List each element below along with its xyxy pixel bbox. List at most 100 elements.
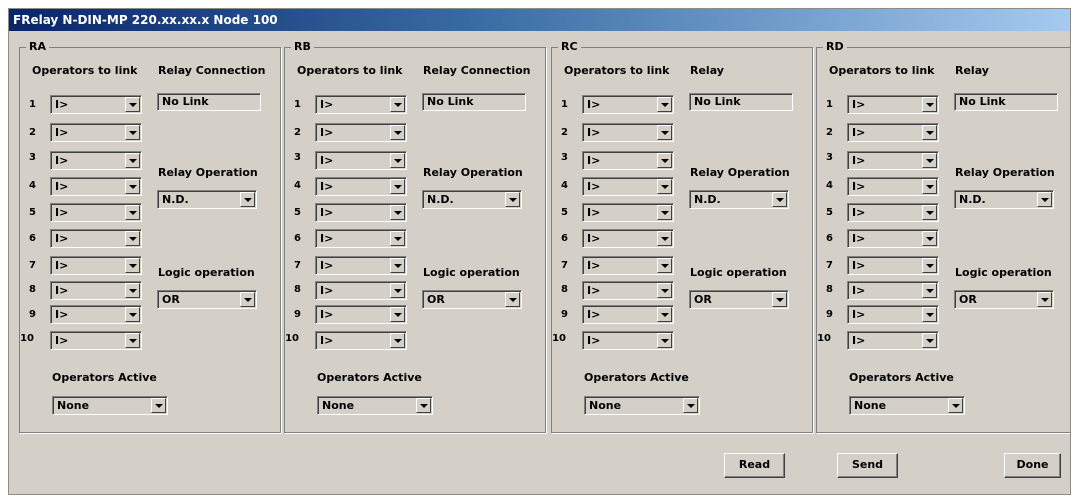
- logic-operation-select[interactable]: OR: [689, 290, 789, 309]
- operator-8-select[interactable]: I>: [582, 281, 674, 300]
- operator-4-select[interactable]: I>: [847, 177, 939, 196]
- operator-7-select[interactable]: I>: [847, 256, 939, 275]
- operator-9-select[interactable]: I>: [582, 305, 674, 324]
- dropdown-arrow-icon[interactable]: [240, 292, 255, 307]
- relay-operation-select[interactable]: N.D.: [689, 190, 789, 209]
- operator-1-select[interactable]: I>: [582, 95, 674, 114]
- dropdown-arrow-icon[interactable]: [657, 283, 672, 298]
- dropdown-arrow-icon[interactable]: [390, 258, 405, 273]
- dropdown-arrow-icon[interactable]: [922, 153, 937, 168]
- operator-3-select[interactable]: I>: [315, 151, 407, 170]
- dropdown-arrow-icon[interactable]: [390, 307, 405, 322]
- dropdown-arrow-icon[interactable]: [922, 205, 937, 220]
- dropdown-arrow-icon[interactable]: [922, 307, 937, 322]
- dropdown-arrow-icon[interactable]: [1037, 292, 1052, 307]
- operator-1-select[interactable]: I>: [50, 95, 142, 114]
- operator-5-select[interactable]: I>: [582, 203, 674, 222]
- dropdown-arrow-icon[interactable]: [390, 97, 405, 112]
- relay-operation-select[interactable]: N.D.: [422, 190, 522, 209]
- dropdown-arrow-icon[interactable]: [125, 307, 140, 322]
- operator-9-select[interactable]: I>: [315, 305, 407, 324]
- dropdown-arrow-icon[interactable]: [772, 192, 787, 207]
- dropdown-arrow-icon[interactable]: [416, 398, 431, 413]
- operator-3-select[interactable]: I>: [582, 151, 674, 170]
- dropdown-arrow-icon[interactable]: [125, 333, 140, 348]
- operator-8-select[interactable]: I>: [847, 281, 939, 300]
- logic-operation-select[interactable]: OR: [954, 290, 1054, 309]
- dropdown-arrow-icon[interactable]: [683, 398, 698, 413]
- dropdown-arrow-icon[interactable]: [657, 333, 672, 348]
- dropdown-arrow-icon[interactable]: [657, 307, 672, 322]
- dropdown-arrow-icon[interactable]: [151, 398, 166, 413]
- dropdown-arrow-icon[interactable]: [125, 179, 140, 194]
- operator-8-select[interactable]: I>: [50, 281, 142, 300]
- send-button[interactable]: Send: [837, 453, 898, 478]
- operator-7-select[interactable]: I>: [50, 256, 142, 275]
- dropdown-arrow-icon[interactable]: [390, 283, 405, 298]
- dropdown-arrow-icon[interactable]: [125, 283, 140, 298]
- operator-1-select[interactable]: I>: [315, 95, 407, 114]
- dropdown-arrow-icon[interactable]: [657, 231, 672, 246]
- operator-10-select[interactable]: I>: [582, 331, 674, 350]
- operator-4-select[interactable]: I>: [315, 177, 407, 196]
- logic-operation-select[interactable]: OR: [422, 290, 522, 309]
- dropdown-arrow-icon[interactable]: [390, 205, 405, 220]
- operator-7-select[interactable]: I>: [315, 256, 407, 275]
- dropdown-arrow-icon[interactable]: [922, 179, 937, 194]
- operator-2-select[interactable]: I>: [50, 123, 142, 142]
- operator-10-select[interactable]: I>: [315, 331, 407, 350]
- dropdown-arrow-icon[interactable]: [922, 283, 937, 298]
- dropdown-arrow-icon[interactable]: [390, 153, 405, 168]
- operator-2-select[interactable]: I>: [847, 123, 939, 142]
- dropdown-arrow-icon[interactable]: [125, 205, 140, 220]
- dropdown-arrow-icon[interactable]: [505, 192, 520, 207]
- operator-6-select[interactable]: I>: [847, 229, 939, 248]
- operators-active-select[interactable]: None: [317, 396, 433, 415]
- dropdown-arrow-icon[interactable]: [922, 333, 937, 348]
- dropdown-arrow-icon[interactable]: [657, 125, 672, 140]
- operator-8-select[interactable]: I>: [315, 281, 407, 300]
- dropdown-arrow-icon[interactable]: [922, 258, 937, 273]
- dropdown-arrow-icon[interactable]: [125, 97, 140, 112]
- dropdown-arrow-icon[interactable]: [657, 97, 672, 112]
- dropdown-arrow-icon[interactable]: [922, 97, 937, 112]
- operator-2-select[interactable]: I>: [315, 123, 407, 142]
- operator-5-select[interactable]: I>: [50, 203, 142, 222]
- operator-10-select[interactable]: I>: [847, 331, 939, 350]
- dropdown-arrow-icon[interactable]: [390, 179, 405, 194]
- dropdown-arrow-icon[interactable]: [657, 153, 672, 168]
- logic-operation-select[interactable]: OR: [157, 290, 257, 309]
- dropdown-arrow-icon[interactable]: [125, 258, 140, 273]
- read-button[interactable]: Read: [724, 453, 785, 478]
- dropdown-arrow-icon[interactable]: [657, 179, 672, 194]
- dropdown-arrow-icon[interactable]: [772, 292, 787, 307]
- done-button[interactable]: Done: [1004, 453, 1061, 478]
- dropdown-arrow-icon[interactable]: [657, 258, 672, 273]
- relay-operation-select[interactable]: N.D.: [157, 190, 257, 209]
- operator-10-select[interactable]: I>: [50, 331, 142, 350]
- operator-3-select[interactable]: I>: [847, 151, 939, 170]
- dropdown-arrow-icon[interactable]: [240, 192, 255, 207]
- dropdown-arrow-icon[interactable]: [125, 231, 140, 246]
- operators-active-select[interactable]: None: [849, 396, 965, 415]
- operator-9-select[interactable]: I>: [847, 305, 939, 324]
- dropdown-arrow-icon[interactable]: [657, 205, 672, 220]
- dropdown-arrow-icon[interactable]: [1037, 192, 1052, 207]
- dropdown-arrow-icon[interactable]: [922, 125, 937, 140]
- operator-5-select[interactable]: I>: [847, 203, 939, 222]
- dropdown-arrow-icon[interactable]: [390, 125, 405, 140]
- operator-6-select[interactable]: I>: [582, 229, 674, 248]
- dropdown-arrow-icon[interactable]: [390, 231, 405, 246]
- dropdown-arrow-icon[interactable]: [922, 231, 937, 246]
- operator-7-select[interactable]: I>: [582, 256, 674, 275]
- operator-6-select[interactable]: I>: [50, 229, 142, 248]
- operator-2-select[interactable]: I>: [582, 123, 674, 142]
- dropdown-arrow-icon[interactable]: [390, 333, 405, 348]
- relay-operation-select[interactable]: N.D.: [954, 190, 1054, 209]
- operator-4-select[interactable]: I>: [50, 177, 142, 196]
- dropdown-arrow-icon[interactable]: [125, 153, 140, 168]
- dropdown-arrow-icon[interactable]: [948, 398, 963, 413]
- dropdown-arrow-icon[interactable]: [505, 292, 520, 307]
- operator-6-select[interactable]: I>: [315, 229, 407, 248]
- operator-3-select[interactable]: I>: [50, 151, 142, 170]
